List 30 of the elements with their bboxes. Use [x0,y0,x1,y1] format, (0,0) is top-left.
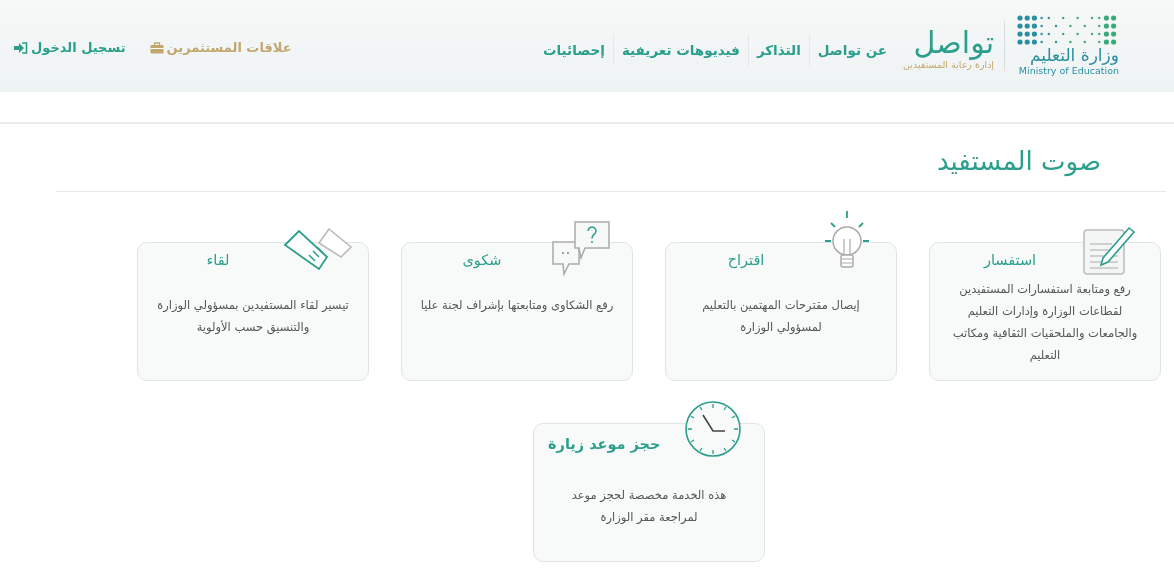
service-card[interactable]: استفسار رفع ومتابعة استفسارات المستفيدين لقطاعات الوزارة وإدارات التعليم والجامعات والملحقيات الثقافية ومكاتب التعليم [929,242,1161,381]
service-description: تيسير لقاء المستفيدين بمسؤولي الوزارة والتنسيق حسب الأولوية [156,296,350,337]
service-card[interactable]: حجز موعد زيارة هذه الخدمة مخصصة لحجز موعد لمراجعة مقر الوزارة [533,423,765,562]
service-description: رفع ومتابعة استفسارات المستفيدين لقطاعات الوزارة وإدارات التعليم والجامعات والملحقيات الثقافية ومكاتب التعليم [951,280,1139,364]
brand-logo-text: تواصل [913,27,994,58]
service-title: حجز موعد زيارة [548,435,662,455]
service-description: رفع الشكاوى ومتابعتها بإشراف لجنة عليا [419,296,615,314]
service-description: إيصال مقترحات المهتمين بالتعليم لمسؤولي الوزارة [701,296,861,336]
header-link[interactable]: علاقات المستثمرين [149,38,292,58]
service-description: هذه الخدمة مخصصة لحجز موعد لمراجعة مقر الوزارة [570,486,728,526]
sign-in-icon [14,42,28,54]
briefcase-icon [149,42,164,54]
page-title: صوت المستفيد [935,145,1101,179]
nav-link[interactable]: التذاكر [747,33,809,67]
nav-link[interactable]: عن تواصل [808,33,896,67]
ministry-emblem-icon [1015,13,1119,46]
ministry-english-name: Ministry of Education [1018,65,1119,79]
service-title: اقتراح [726,251,766,271]
nav-link[interactable]: إحصائيات [534,33,613,67]
clock-icon [683,399,743,459]
nav-link[interactable]: فيديوهات تعريفية [612,33,748,67]
service-title: شكوى [461,251,503,271]
service-card[interactable]: اقتراح إيصال مقترحات المهتمين بالتعليم لمسؤولي الوزارة [665,242,897,381]
login-link[interactable]: تسجيل الدخول [14,38,126,58]
service-card[interactable]: شكوى رفع الشكاوى ومتابعتها بإشراف لجنة عليا [401,242,633,381]
service-card[interactable]: لقاء تيسير لقاء المستفيدين بمسؤولي الوزارة والتنسيق حسب الأولوية [137,242,369,381]
service-title: استفسار [982,251,1038,270]
service-title: لقاء [205,251,231,270]
speech-bubbles-icon [549,220,613,278]
ministry-name: وزارة التعليم [1030,45,1119,65]
